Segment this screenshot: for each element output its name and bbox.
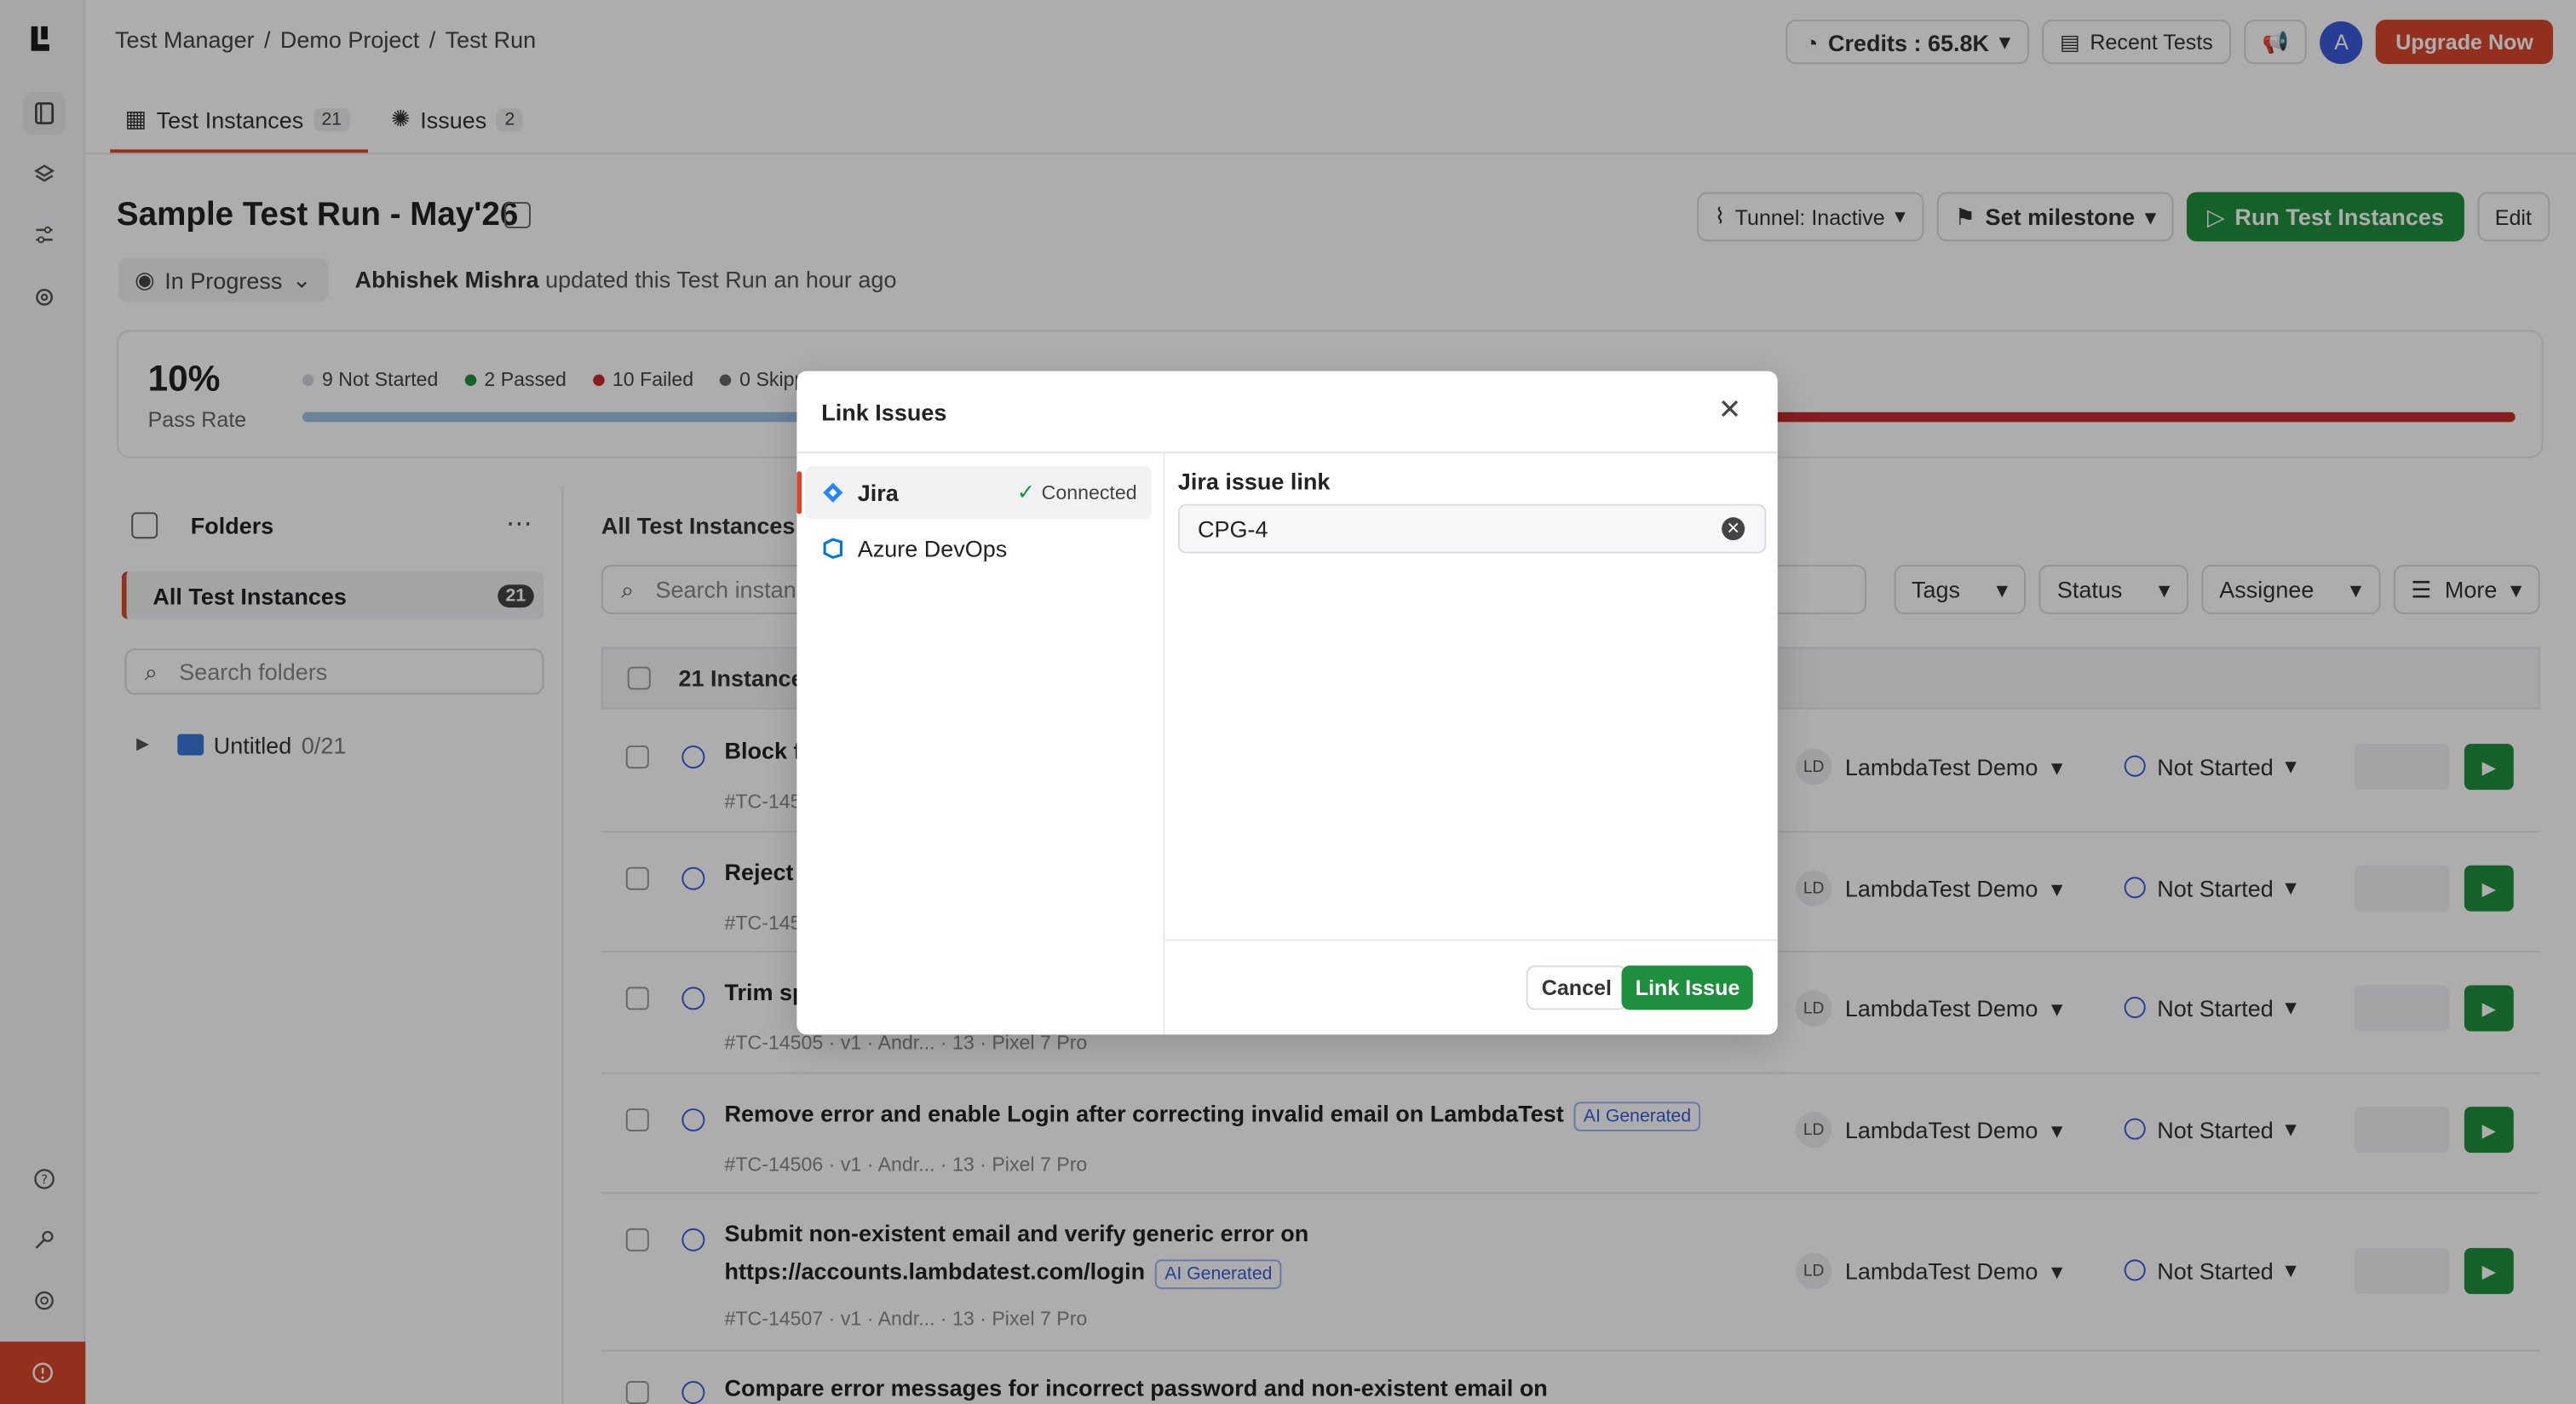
modal-header: Link Issues ✕	[796, 371, 1778, 453]
link-issues-modal: Link Issues ✕ Jira ✓ Connected Azure DevO…	[796, 371, 1778, 1035]
link-issue-button[interactable]: Link Issue	[1622, 965, 1753, 1010]
app-root: ? Test Manager / Demo Project / Test Run…	[0, 0, 2576, 1404]
provider-jira[interactable]: Jira ✓ Connected	[796, 466, 1152, 520]
cancel-button[interactable]: Cancel	[1527, 965, 1627, 1010]
provider-name: Azure DevOps	[857, 535, 1008, 562]
link-form: Jira issue link CPG-4 ✕ Cancel Link Issu…	[1164, 453, 1778, 1035]
connected-status: ✓ Connected	[1017, 480, 1137, 506]
checkmark-icon: ✓	[1016, 479, 1035, 504]
jira-link-label: Jira issue link	[1177, 468, 1331, 495]
clear-input-icon[interactable]: ✕	[1722, 517, 1745, 541]
provider-list: Jira ✓ Connected Azure DevOps	[796, 452, 1165, 1035]
selected-indicator	[796, 471, 802, 515]
close-icon[interactable]: ✕	[1718, 394, 1741, 428]
connected-label: Connected	[1041, 480, 1137, 504]
modal-footer: Cancel Link Issue	[1164, 939, 1778, 1035]
jira-icon	[823, 482, 843, 503]
jira-issue-link-input[interactable]: CPG-4	[1177, 503, 1767, 554]
azure-devops-icon	[823, 538, 842, 560]
provider-azure-devops[interactable]: Azure DevOps	[805, 522, 1152, 575]
modal-title: Link Issues	[821, 399, 947, 426]
provider-name: Jira	[857, 479, 899, 506]
